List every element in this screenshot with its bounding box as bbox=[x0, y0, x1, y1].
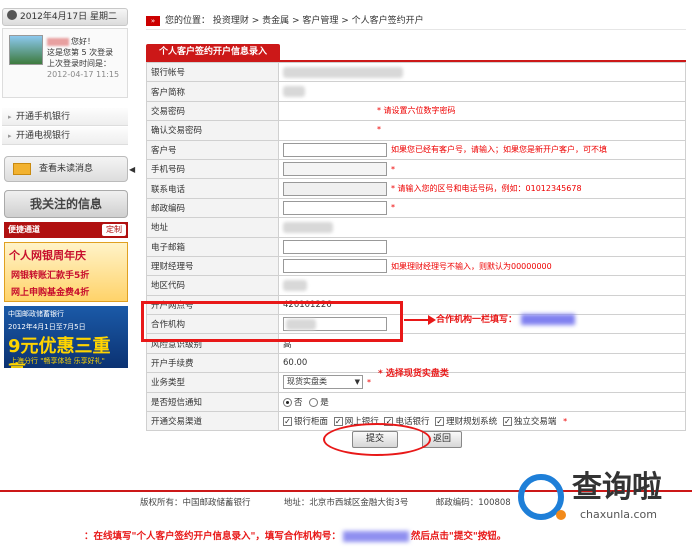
manager-no-input[interactable] bbox=[283, 259, 387, 274]
quick-channel-bar: 便捷通道 定制 bbox=[4, 222, 128, 238]
channel-checkbox-online[interactable]: ✓ bbox=[333, 417, 343, 427]
bottom-instruction: ：在线填写"个人客户签约开户信息录入"，填写合作机构号： 然后点击"提交"按钮。 bbox=[84, 531, 507, 542]
submit-highlight-ellipse bbox=[323, 423, 431, 456]
quick-channel-label: 便捷通道 bbox=[8, 225, 40, 234]
sms-yes-radio[interactable] bbox=[309, 397, 319, 407]
partner-annotation: 合作机构一栏填写： bbox=[436, 314, 576, 326]
arrow-right-icon bbox=[428, 315, 436, 325]
my-focus-button[interactable]: 我关注的信息 bbox=[4, 190, 128, 218]
postcode-input[interactable] bbox=[283, 200, 387, 215]
date-bar: 2012年4月17日 星期二 bbox=[2, 8, 128, 26]
row-trade-password: 交易密码 * 请设置六位数字密码 bbox=[146, 100, 686, 122]
collapse-arrow-icon[interactable]: ◀ bbox=[129, 165, 135, 174]
breadcrumb-text: 您的位置： 投资理财 > 贵金属 > 客户管理 > 个人客户签约开户 bbox=[165, 16, 424, 26]
redacted-value bbox=[283, 279, 307, 291]
row-email: 电子邮箱 bbox=[146, 236, 686, 257]
row-customer-no: 客户号 如果您已经有客户号，请输入；如果您是新开户客户，可不填 bbox=[146, 139, 686, 160]
row-postcode: 邮政编码 * bbox=[146, 197, 686, 219]
partner-highlight-box bbox=[141, 301, 403, 342]
chevron-right-icon: ▸ bbox=[8, 132, 12, 140]
chevron-down-icon: ▼ bbox=[354, 378, 360, 387]
redacted-username bbox=[47, 37, 69, 46]
redacted-partner-no bbox=[521, 314, 576, 325]
channel-checkbox-terminal[interactable]: ✓ bbox=[502, 417, 512, 427]
row-address: 地址 bbox=[146, 217, 686, 238]
form-title: 个人客户签约开户信息录入 bbox=[146, 44, 280, 61]
breadcrumb: » 您的位置： 投资理财 > 贵金属 > 客户管理 > 个人客户签约开户 bbox=[146, 12, 686, 30]
sidebar: 2012年4月17日 星期二 您好！ 这是您第 5 次登录 上次登录时间是： 2… bbox=[0, 0, 135, 380]
row-manager-no: 理财经理号 如果理财经理号不输入，则默认为00000000 bbox=[146, 255, 686, 277]
mobile-input[interactable] bbox=[283, 162, 387, 177]
magnifier-logo-icon bbox=[518, 474, 566, 520]
row-phone: 联系电话 * 请输入您的区号和电话号码，例如：01012345678 bbox=[146, 178, 686, 199]
user-info: 您好！ 这是您第 5 次登录 上次登录时间是： 2012-04-17 11:15 bbox=[47, 36, 119, 80]
promo-banner[interactable]: 中国邮政储蓄银行 2012年4月1日至7月5日 9元优惠三重享 上海分行 "畅享… bbox=[4, 306, 128, 368]
greeting: 您好！ bbox=[71, 37, 95, 46]
row-bank-account: 银行帐号 bbox=[146, 61, 686, 83]
avatar bbox=[9, 35, 43, 65]
phone-input[interactable] bbox=[283, 181, 387, 196]
email-input[interactable] bbox=[283, 239, 387, 254]
customize-button[interactable]: 定制 bbox=[102, 224, 126, 236]
arrow-line bbox=[404, 319, 430, 321]
last-login-label: 上次登录时间是： bbox=[47, 59, 111, 68]
last-login-time: 2012-04-17 11:15 bbox=[47, 70, 120, 79]
row-confirm-password: 确认交易密码 * bbox=[146, 120, 686, 141]
row-region-code: 地区代码 bbox=[146, 275, 686, 296]
sidebar-item-mobile-banking[interactable]: ▸ 开通手机银行 bbox=[2, 108, 128, 126]
redacted-value bbox=[283, 86, 305, 98]
row-sms: 是否短信通知 否 是 bbox=[146, 391, 686, 413]
current-date: 2012年4月17日 星期二 bbox=[20, 12, 117, 22]
customer-no-input[interactable] bbox=[283, 142, 387, 157]
channel-checkbox-planning[interactable]: ✓ bbox=[435, 417, 445, 427]
login-count: 这是您第 5 次登录 bbox=[47, 48, 114, 57]
business-type-select[interactable]: 现货实盘类 ▼ bbox=[283, 375, 363, 390]
redacted-value bbox=[283, 221, 333, 233]
channel-checkbox-counter[interactable]: ✓ bbox=[283, 417, 292, 427]
footer: 版权所有：中国邮政储蓄银行 地址：北京市西城区金融大街3号 邮政编码：10080… bbox=[140, 498, 511, 508]
chevron-right-icon: ▸ bbox=[8, 113, 12, 121]
sidebar-item-tv-banking[interactable]: ▸ 开通电视银行 bbox=[2, 127, 128, 145]
redacted-value bbox=[283, 66, 403, 78]
clock-icon bbox=[7, 10, 17, 20]
anniversary-banner[interactable]: 个人网银周年庆 网银转账汇款手5折 网上申购基金费4折 bbox=[4, 242, 128, 302]
row-customer-name: 客户简称 bbox=[146, 81, 686, 102]
watermark-logo: 查询啦 chaxunla.com bbox=[518, 470, 688, 530]
user-box: 您好！ 这是您第 5 次登录 上次登录时间是： 2012-04-17 11:15 bbox=[2, 28, 128, 98]
double-arrow-icon: » bbox=[146, 15, 160, 26]
redacted-partner-no bbox=[342, 531, 409, 542]
business-annotation: * 选择现货实盘类 bbox=[378, 369, 449, 379]
unread-messages-button[interactable]: 查看未读消息 bbox=[4, 156, 128, 182]
envelope-icon bbox=[13, 163, 31, 175]
sms-no-radio[interactable] bbox=[283, 397, 292, 407]
row-mobile: 手机号码 * bbox=[146, 158, 686, 180]
